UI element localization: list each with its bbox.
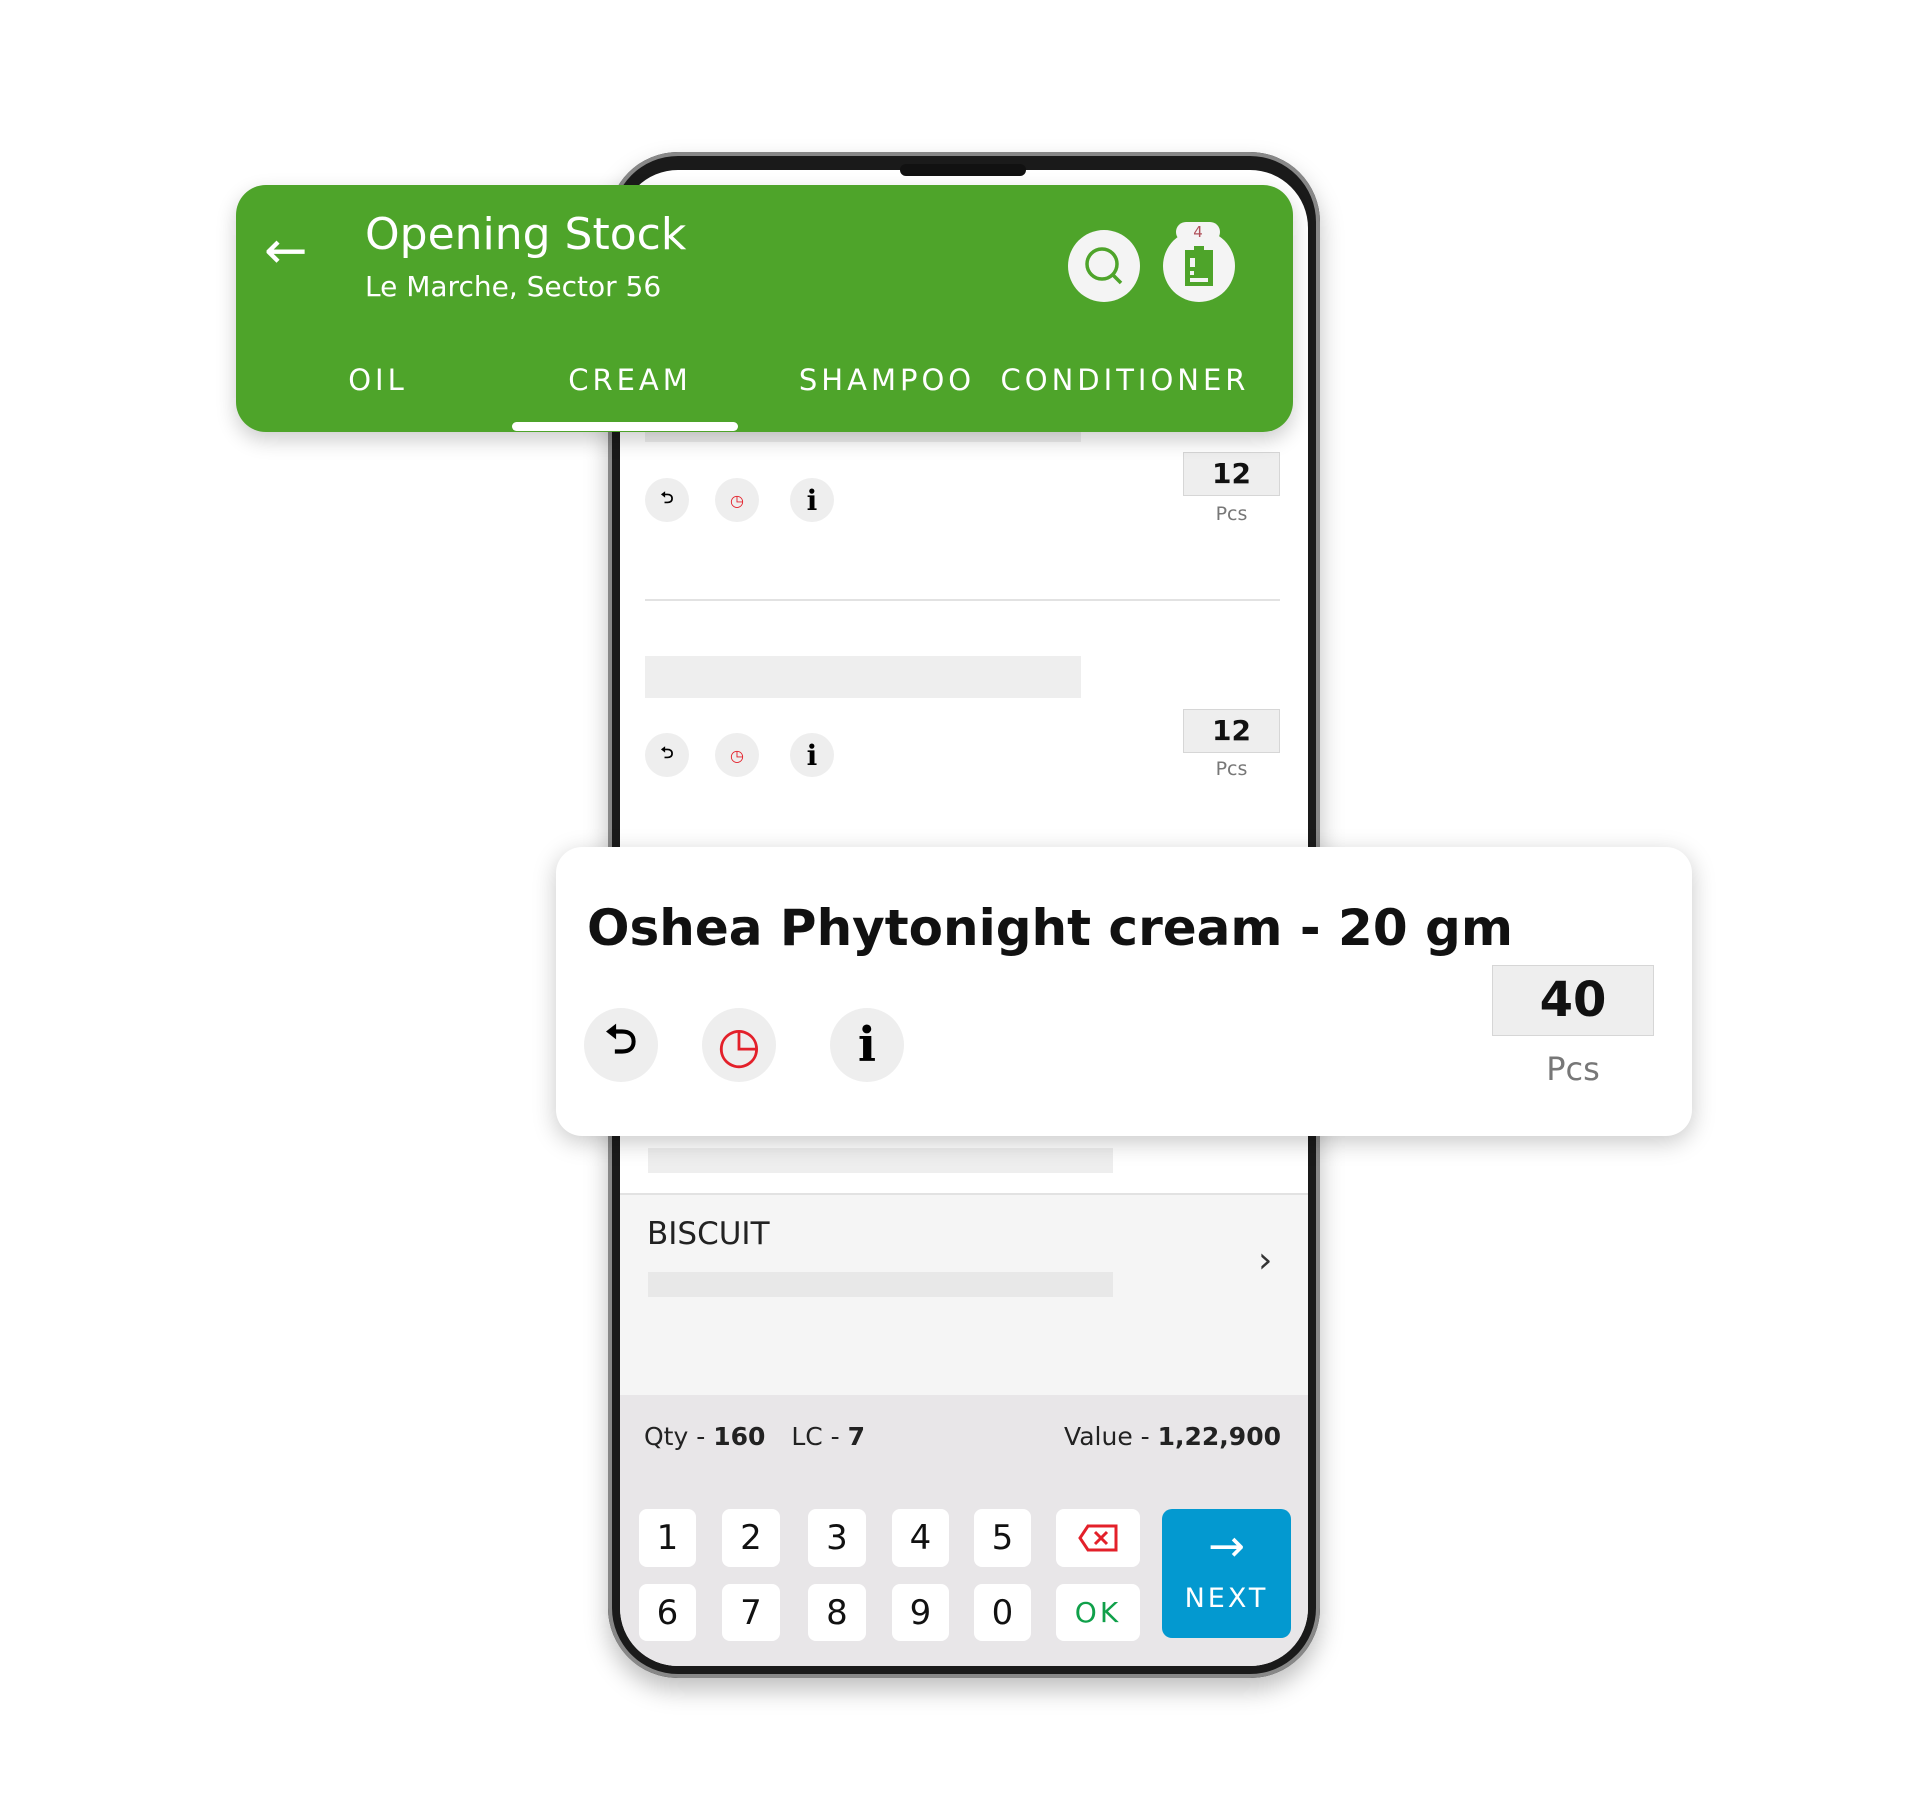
key-3[interactable]: 3	[808, 1509, 866, 1567]
value-label: Value -	[1064, 1422, 1158, 1451]
key-7[interactable]: 7	[722, 1584, 780, 1641]
placeholder-bar	[648, 1148, 1113, 1173]
item-name: Oshea Phytonight cream - 20 gm	[587, 899, 1513, 957]
clock-icon[interactable]: ◷	[715, 478, 759, 522]
backspace-key[interactable]	[1056, 1509, 1140, 1567]
undo-icon[interactable]: ⮌	[645, 733, 689, 777]
unit-label: Pcs	[1215, 503, 1248, 525]
tab-shampoo[interactable]: SHAMPOO	[799, 363, 975, 397]
divider	[620, 1193, 1308, 1195]
qty-label: Qty -	[644, 1422, 714, 1451]
placeholder-bar	[648, 1272, 1113, 1297]
qty-value: 160	[713, 1422, 766, 1451]
clock-icon[interactable]: ◷	[715, 733, 759, 777]
chevron-right-icon[interactable]: ›	[1258, 1240, 1272, 1281]
divider	[645, 599, 1280, 601]
next-label: NEXT	[1184, 1583, 1269, 1614]
qty-input[interactable]: 40	[1492, 965, 1654, 1036]
qty-input[interactable]: 12	[1183, 709, 1280, 753]
info-icon[interactable]: i	[790, 733, 834, 777]
info-icon[interactable]: i	[830, 1008, 904, 1082]
key-1[interactable]: 1	[639, 1509, 696, 1567]
search-icon	[1085, 247, 1123, 285]
active-tab-indicator	[512, 422, 738, 431]
cart-count-badge: 4	[1176, 222, 1220, 242]
key-8[interactable]: 8	[808, 1584, 866, 1641]
placeholder-bar	[645, 656, 1081, 698]
key-4[interactable]: 4	[892, 1509, 949, 1567]
clock-icon[interactable]: ◷	[702, 1008, 776, 1082]
unit-label: Pcs	[1546, 1050, 1600, 1088]
lc-label: LC -	[791, 1422, 848, 1451]
qty-input[interactable]: 12	[1183, 452, 1280, 496]
key-5[interactable]: 5	[974, 1509, 1031, 1567]
arrow-right-icon: →	[1208, 1521, 1245, 1572]
search-button[interactable]	[1068, 230, 1140, 302]
undo-icon[interactable]: ⮌	[584, 1008, 658, 1082]
arrow-left-icon[interactable]: ←	[264, 225, 308, 277]
key-2[interactable]: 2	[722, 1509, 780, 1567]
value-amount: 1,22,900	[1157, 1422, 1281, 1451]
unit-label: Pcs	[1215, 758, 1248, 780]
ok-key[interactable]: OK	[1056, 1584, 1140, 1641]
store-subtitle: Le Marche, Sector 56	[365, 270, 662, 303]
backspace-icon	[1078, 1524, 1118, 1552]
info-icon[interactable]: i	[790, 478, 834, 522]
key-0[interactable]: 0	[974, 1584, 1031, 1641]
next-button[interactable]: → NEXT	[1162, 1509, 1291, 1638]
page-title: Opening Stock	[365, 209, 687, 260]
tab-cream[interactable]: CREAM	[568, 363, 692, 397]
tab-conditioner[interactable]: CONDITIONER	[1001, 363, 1250, 397]
tab-oil[interactable]: OIL	[348, 363, 408, 397]
lc-value: 7	[847, 1422, 866, 1451]
clipboard-icon	[1185, 246, 1213, 286]
focused-item-card: Oshea Phytonight cream - 20 gm ⮌ ◷ i 40 …	[556, 847, 1692, 1136]
key-6[interactable]: 6	[639, 1584, 696, 1641]
notch	[900, 164, 1026, 176]
summary-value: Value - 1,22,900	[1064, 1422, 1281, 1451]
app-header: ← Opening Stock Le Marche, Sector 56 4 O…	[236, 185, 1293, 432]
undo-icon[interactable]: ⮌	[645, 478, 689, 522]
summary-qty: Qty - 160 LC - 7	[644, 1422, 865, 1451]
category-label[interactable]: BISCUIT	[647, 1216, 770, 1252]
key-9[interactable]: 9	[892, 1584, 949, 1641]
